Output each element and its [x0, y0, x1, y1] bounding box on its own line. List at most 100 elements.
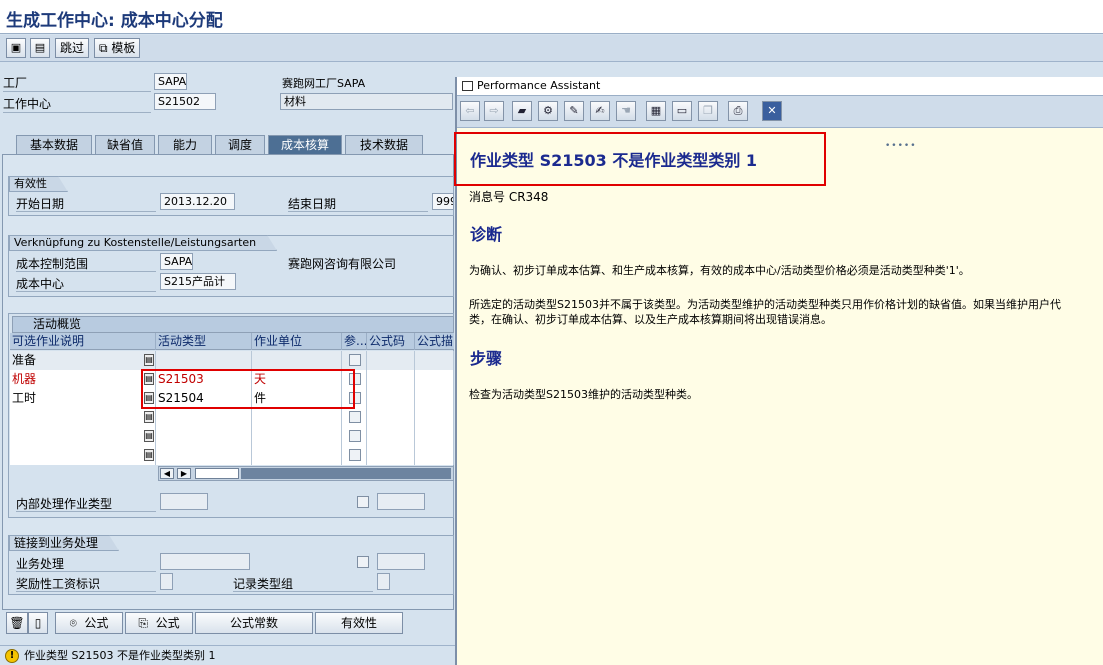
tab-defaults[interactable]: 缺省值: [95, 135, 155, 154]
col-header-ref[interactable]: 参...: [342, 333, 367, 350]
col-header-activity-type[interactable]: 活动类型: [156, 333, 252, 350]
back-arrow-icon[interactable]: ⇦: [460, 101, 480, 121]
business-process-checkbox[interactable]: [357, 556, 369, 568]
validity-button[interactable]: 有效性: [315, 612, 403, 634]
row-formula-key[interactable]: [367, 389, 415, 408]
skip-button[interactable]: 跳过: [55, 38, 90, 58]
incentive-wage-field[interactable]: [160, 573, 173, 590]
end-date-underline: [288, 211, 428, 212]
row-unit[interactable]: [252, 408, 342, 427]
f4-help-icon[interactable]: ▤: [144, 354, 154, 366]
row-formula-key[interactable]: [367, 370, 415, 389]
row-formula-key[interactable]: [367, 427, 415, 446]
performance-assistant-window: Performance Assistant ⇦ ⇨ ▰ ⚙ ✎ ✍ ☚ ▦ ▭ …: [454, 77, 1103, 665]
col-header-description[interactable]: 可选作业说明: [10, 333, 156, 350]
internal-activity-label: 内部处理作业类型: [16, 497, 113, 511]
f4-help-icon[interactable]: ▤: [144, 411, 154, 423]
start-date-field[interactable]: 2013.12.20: [160, 193, 235, 210]
row-formula-key[interactable]: [367, 446, 415, 465]
f4-help-icon[interactable]: ▤: [144, 449, 154, 461]
row-ref-checkbox[interactable]: [349, 430, 361, 442]
formula-button-1[interactable]: ⌾ 公式: [55, 612, 123, 634]
cost-center-underline: [16, 291, 156, 292]
business-process-field[interactable]: [160, 553, 250, 570]
delete-icon[interactable]: 🗑: [6, 612, 28, 634]
resize-grip-icon[interactable]: •••••: [885, 141, 917, 151]
formula-constants-button[interactable]: 公式常数: [195, 612, 313, 634]
plant-field[interactable]: SAPA: [154, 73, 187, 90]
scroll-left-icon[interactable]: ◀: [160, 468, 174, 479]
row-formula-key[interactable]: [367, 408, 415, 427]
plant-label: 工厂: [3, 76, 28, 90]
new-page-icon[interactable]: ▯: [28, 612, 48, 634]
screen-icon[interactable]: ▣: [6, 38, 26, 58]
row-activity-type[interactable]: [156, 427, 252, 446]
row-description: 机器: [10, 370, 156, 389]
scroll-right-icon[interactable]: ▶: [177, 468, 191, 479]
cost-center-field[interactable]: S215产品计: [160, 273, 236, 290]
workcenter-field[interactable]: S21502: [154, 93, 216, 110]
controlling-area-underline: [16, 271, 156, 272]
assistant-title: Performance Assistant: [477, 79, 601, 92]
hand-icon[interactable]: ☚: [616, 101, 636, 121]
forward-arrow-icon[interactable]: ⇨: [484, 101, 504, 121]
end-date-field[interactable]: 999: [432, 193, 454, 210]
technical-info-icon[interactable]: ⚙: [538, 101, 558, 121]
internal-activity-field[interactable]: [160, 493, 208, 510]
row-unit[interactable]: [252, 427, 342, 446]
table-row[interactable]: 准备 ▤: [10, 351, 454, 370]
row-ref-checkbox[interactable]: [349, 354, 361, 366]
end-date-label: 结束日期: [288, 197, 337, 211]
print-icon[interactable]: ⎙: [728, 101, 748, 121]
tab-basic-data[interactable]: 基本数据: [16, 135, 92, 154]
status-bar[interactable]: ! 作业类型 S21503 不是作业类型类别 1: [0, 645, 456, 665]
window-display-icon[interactable]: ▭: [672, 101, 692, 121]
row-unit[interactable]: [252, 351, 342, 370]
table-row[interactable]: ▤: [10, 427, 454, 446]
row-activity-type[interactable]: [156, 446, 252, 465]
table-icon[interactable]: ▦: [646, 101, 666, 121]
record-type-group-label: 记录类型组: [233, 577, 294, 591]
warning-icon: !: [5, 649, 19, 663]
internal-activity-checkbox[interactable]: [357, 496, 369, 508]
col-header-formula-key[interactable]: 公式码: [367, 333, 415, 350]
scroll-thumb[interactable]: [195, 468, 239, 479]
business-process-label: 业务处理: [16, 557, 65, 571]
internal-activity-underline: [16, 511, 156, 512]
col-header-formula-desc[interactable]: 公式描: [415, 333, 454, 350]
internal-formula-field[interactable]: [377, 493, 425, 510]
row-ref-checkbox[interactable]: [349, 411, 361, 423]
scroll-track[interactable]: [241, 468, 451, 479]
bookmark-icon[interactable]: ❐: [698, 101, 718, 121]
edit-icon[interactable]: ✎: [564, 101, 584, 121]
table-row[interactable]: ▤: [10, 446, 454, 465]
row-unit[interactable]: [252, 446, 342, 465]
activities-header-row: 可选作业说明 活动类型 作业单位 参... 公式码 公式描: [10, 333, 454, 350]
business-formula-field[interactable]: [377, 553, 425, 570]
row-ref-checkbox[interactable]: [349, 449, 361, 461]
tab-technical-data[interactable]: 技术数据: [345, 135, 423, 154]
tab-scheduling[interactable]: 调度: [215, 135, 265, 154]
close-icon[interactable]: ✕: [762, 101, 782, 121]
tab-capacity[interactable]: 能力: [158, 135, 212, 154]
doc-icon[interactable]: ▤: [30, 38, 50, 58]
row-description: [10, 427, 156, 446]
horizontal-scrollbar[interactable]: ◀ ▶: [158, 466, 454, 481]
record-type-group-field[interactable]: [377, 573, 390, 590]
table-row[interactable]: ▤: [10, 408, 454, 427]
business-process-group-title: 链接到业务处理: [9, 535, 119, 551]
diagnosis-paragraph-1: 为确认、初步订单成本估算、和生产成本核算，有效的成本中心/活动类型价格必须是活动…: [469, 264, 970, 277]
template-button[interactable]: ⧉ 模板: [94, 38, 141, 58]
tab-costing[interactable]: 成本核算: [268, 135, 342, 154]
row-activity-type[interactable]: [156, 408, 252, 427]
notes-icon[interactable]: ✍: [590, 101, 610, 121]
title-bar: 生成工作中心: 成本中心分配: [0, 0, 1103, 34]
f4-help-icon[interactable]: ▤: [144, 430, 154, 442]
row-activity-type[interactable]: [156, 351, 252, 370]
book-icon[interactable]: ▰: [512, 101, 532, 121]
controlling-area-field[interactable]: SAPA: [160, 253, 193, 270]
row-formula-desc: [415, 370, 454, 389]
row-formula-key[interactable]: [367, 351, 415, 370]
formula-button-2[interactable]: ⎘ 公式: [125, 612, 193, 634]
col-header-unit[interactable]: 作业单位: [252, 333, 342, 350]
